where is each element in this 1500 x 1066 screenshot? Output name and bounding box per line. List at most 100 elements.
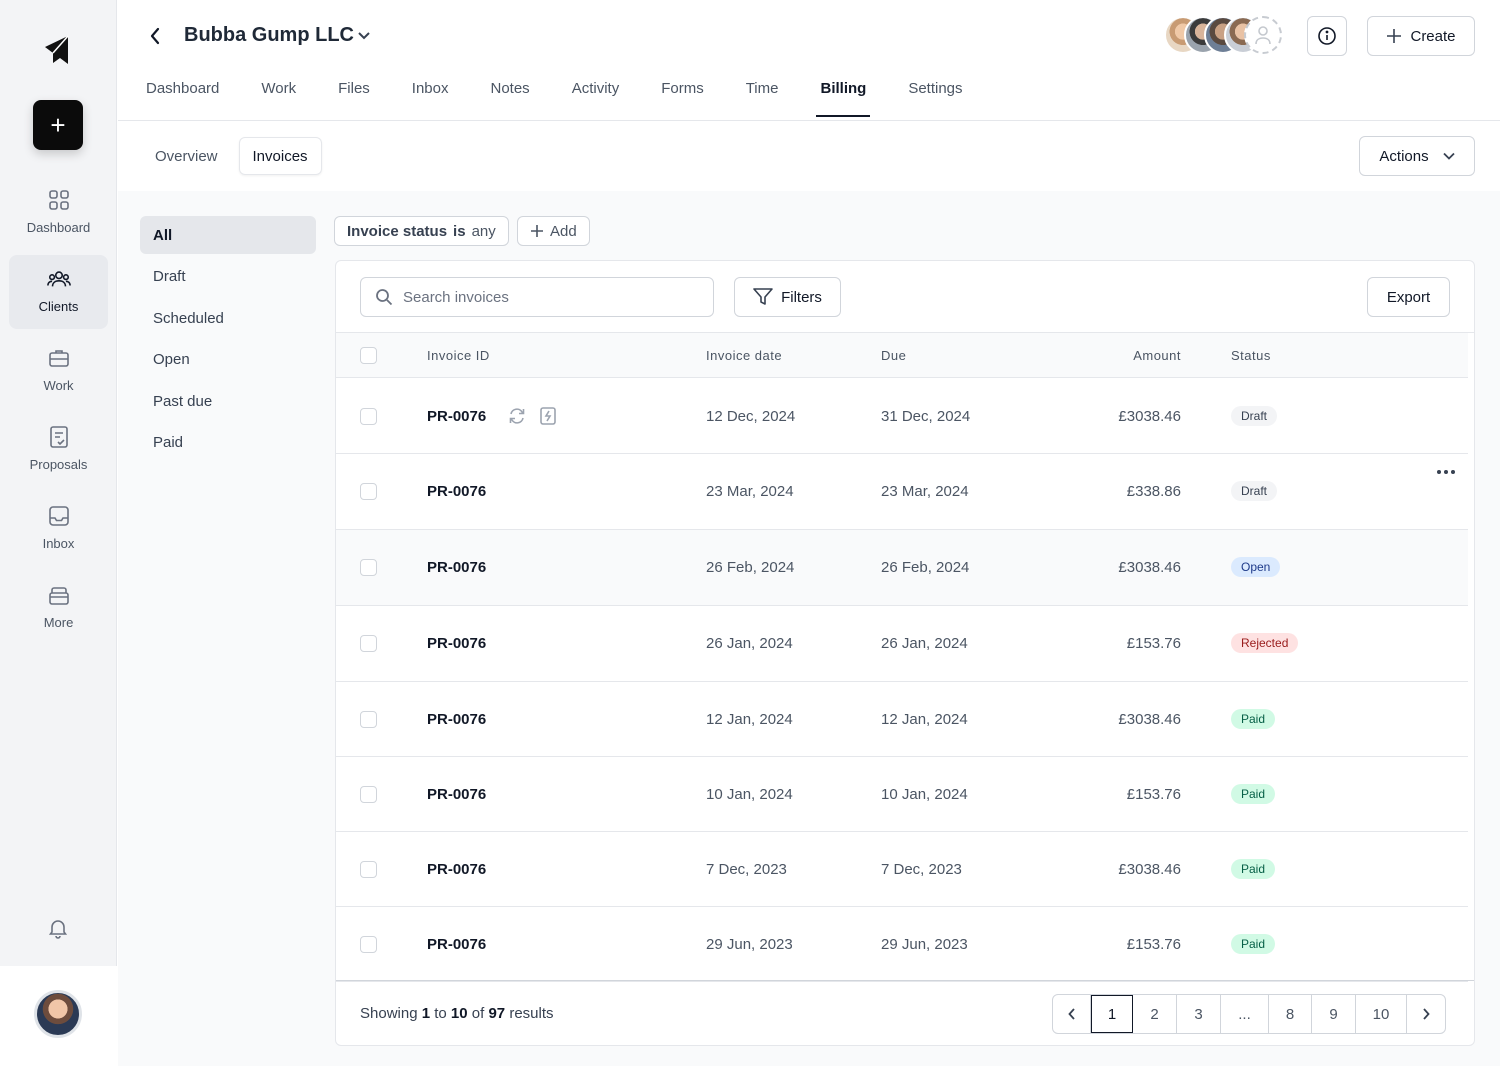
invoice-id[interactable]: PR-0076 — [427, 408, 486, 425]
invoice-row[interactable]: PR-0076 12 Jan, 2024 12 Jan, 2024 £3038.46 P… — [336, 682, 1468, 757]
actions-dropdown[interactable]: Actions — [1359, 136, 1475, 176]
page-button[interactable]: 3 — [1177, 995, 1221, 1033]
rail-item-inbox[interactable]: Inbox — [9, 492, 108, 566]
page-button[interactable]: 1 — [1091, 995, 1133, 1033]
search-input[interactable] — [403, 288, 693, 306]
filter-paid[interactable]: Paid — [140, 424, 316, 462]
invoice-row[interactable]: PR-0076 26 Jan, 2024 26 Jan, 2024 £153.76 Re… — [336, 606, 1468, 682]
row-checkbox[interactable] — [360, 483, 377, 500]
invoice-status-filter-chip[interactable]: Invoice status is any — [334, 216, 509, 246]
tab-activity[interactable]: Activity — [572, 80, 620, 116]
tab-settings[interactable]: Settings — [908, 80, 962, 116]
client-switch-button[interactable] — [354, 26, 374, 46]
pagination: 1 2 3 ... 8 9 10 — [1052, 994, 1446, 1034]
select-all-checkbox[interactable] — [360, 347, 377, 364]
prev-page-button[interactable] — [1053, 995, 1091, 1033]
create-label: Create — [1410, 27, 1456, 45]
page-button[interactable]: 9 — [1312, 995, 1356, 1033]
filter-draft[interactable]: Draft — [140, 258, 316, 296]
tab-files[interactable]: Files — [338, 80, 370, 116]
table-footer: Showing 1 to 10 of 97 results 1 2 3 ... … — [336, 980, 1474, 1045]
invoice-id[interactable]: PR-0076 — [427, 559, 486, 576]
invoice-row[interactable]: PR-0076 29 Jun, 2023 29 Jun, 2023 £153.76 Pa… — [336, 907, 1468, 982]
page-button[interactable]: 2 — [1133, 995, 1177, 1033]
filter-past-due[interactable]: Past due — [140, 382, 316, 420]
filter-all[interactable]: All — [140, 216, 316, 254]
page-button[interactable]: 10 — [1356, 995, 1407, 1033]
status-badge: Draft — [1231, 481, 1278, 501]
bell-icon[interactable] — [46, 916, 70, 940]
rail-item-clients[interactable]: Clients — [9, 255, 108, 329]
tab-billing[interactable]: Billing — [816, 80, 871, 117]
row-checkbox[interactable] — [360, 936, 377, 953]
status-cell: Rejected — [1231, 633, 1299, 653]
filters-button[interactable]: Filters — [734, 277, 841, 317]
filter-icon — [753, 288, 773, 305]
status-badge: Paid — [1231, 934, 1276, 954]
column-due[interactable]: Due — [881, 348, 906, 363]
export-button[interactable]: Export — [1367, 277, 1450, 317]
tab-notes[interactable]: Notes — [491, 80, 530, 116]
users-icon — [46, 267, 71, 291]
subtab-invoices[interactable]: Invoices — [238, 137, 322, 175]
invoice-row[interactable]: PR-0076 26 Feb, 2024 26 Feb, 2024 £3038.46 O… — [336, 530, 1468, 606]
add-filter-button[interactable]: Add — [517, 216, 590, 246]
rail-item-more[interactable]: More — [9, 571, 108, 645]
row-checkbox[interactable] — [360, 559, 377, 576]
tab-forms[interactable]: Forms — [661, 80, 704, 116]
invoice-id[interactable]: PR-0076 — [427, 635, 486, 652]
invoice-row[interactable]: PR-0076 12 Dec, 2024 31 Dec, 2024 £3038.46 D… — [336, 379, 1468, 454]
create-button[interactable]: Create — [1367, 16, 1475, 56]
column-invoice-id[interactable]: Invoice ID — [427, 348, 490, 363]
tab-dashboard[interactable]: Dashboard — [146, 80, 219, 116]
app-logo-icon[interactable] — [42, 33, 74, 67]
invoice-id[interactable]: PR-0076 — [427, 711, 486, 728]
page-button[interactable]: 8 — [1269, 995, 1312, 1033]
rail-item-dashboard[interactable]: Dashboard — [9, 176, 108, 250]
subtab-overview[interactable]: Overview — [142, 137, 231, 175]
column-amount[interactable]: Amount — [1133, 348, 1181, 363]
filter-open[interactable]: Open — [140, 341, 316, 379]
new-item-button[interactable]: + — [33, 100, 83, 150]
invoice-id[interactable]: PR-0076 — [427, 786, 486, 803]
back-button[interactable] — [144, 24, 166, 48]
info-button[interactable] — [1307, 16, 1347, 56]
invoice-id[interactable]: PR-0076 — [427, 936, 486, 953]
table-toolbar: Filters Export — [336, 261, 1474, 333]
row-checkbox[interactable] — [360, 635, 377, 652]
results-to: 10 — [450, 1005, 468, 1022]
rail-item-label: More — [43, 615, 74, 630]
invoice-id[interactable]: PR-0076 — [427, 483, 486, 500]
column-invoice-date[interactable]: Invoice date — [706, 348, 782, 363]
tab-inbox[interactable]: Inbox — [412, 80, 449, 116]
next-page-button[interactable] — [1407, 995, 1445, 1033]
invoice-date: 26 Feb, 2024 — [706, 559, 795, 576]
invoice-due-date: 7 Dec, 2023 — [881, 861, 962, 878]
user-avatar[interactable] — [34, 990, 82, 1038]
user-icon — [1255, 26, 1271, 45]
rail-item-proposals[interactable]: Proposals — [9, 413, 108, 487]
row-more-menu-button[interactable] — [1434, 462, 1458, 482]
add-member-avatar[interactable] — [1244, 16, 1282, 54]
invoice-row[interactable]: PR-0076 23 Mar, 2024 23 Mar, 2024 £338.86 Dr… — [336, 454, 1468, 530]
row-checkbox[interactable] — [360, 408, 377, 425]
row-checkbox[interactable] — [360, 861, 377, 878]
results-text: of — [471, 1005, 485, 1022]
invoice-amount: £153.76 — [1126, 936, 1181, 953]
invoice-amount: £153.76 — [1126, 635, 1181, 652]
filter-scheduled[interactable]: Scheduled — [140, 299, 316, 337]
invoice-date: 12 Jan, 2024 — [706, 711, 793, 728]
status-badge: Paid — [1231, 859, 1276, 879]
column-status[interactable]: Status — [1231, 348, 1271, 363]
invoice-row[interactable]: PR-0076 10 Jan, 2024 10 Jan, 2024 £153.76 Pa… — [336, 757, 1468, 832]
tab-time[interactable]: Time — [746, 80, 779, 116]
rail-item-work[interactable]: Work — [9, 334, 108, 408]
row-checkbox[interactable] — [360, 786, 377, 803]
invoice-amount: £153.76 — [1126, 786, 1181, 803]
invoice-row[interactable]: PR-0076 7 Dec, 2023 7 Dec, 2023 £3038.46 Pai… — [336, 832, 1468, 907]
client-name-title[interactable]: Bubba Gump LLC — [184, 24, 354, 47]
invoice-id[interactable]: PR-0076 — [427, 861, 486, 878]
tab-work[interactable]: Work — [261, 80, 296, 116]
row-checkbox[interactable] — [360, 711, 377, 728]
team-avatars[interactable] — [1164, 16, 1282, 56]
